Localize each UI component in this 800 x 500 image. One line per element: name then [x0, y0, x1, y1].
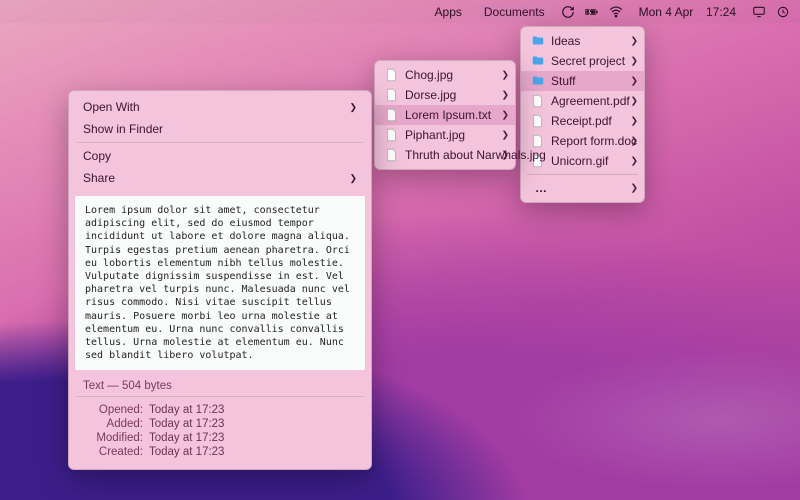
- chevron-right-icon: ❯: [501, 110, 509, 121]
- menu-item[interactable]: Lorem Ipsum.txt ❯: [375, 105, 515, 125]
- meta-key: Opened:: [83, 404, 143, 416]
- documents-dropdown[interactable]: Ideas❯Secret project❯Stuff❯Agreement.pdf…: [520, 26, 645, 203]
- chevron-right-icon: ❯: [630, 56, 638, 67]
- menu-item-label: Secret project: [551, 54, 625, 68]
- menu-item-label: Stuff: [551, 74, 575, 88]
- file-preview: Lorem ipsum dolor sit amet, consectetur …: [75, 196, 365, 370]
- time-label: 17:24: [706, 5, 736, 19]
- chevron-right-icon: ❯: [630, 116, 638, 127]
- chevron-right-icon: ❯: [501, 150, 509, 161]
- ellipsis-icon: …: [531, 181, 549, 195]
- meta-val: Today at 17:23: [149, 418, 224, 430]
- chevron-right-icon: ❯: [630, 76, 638, 87]
- file-icon: [385, 128, 399, 142]
- file-panel: Open With ❯ Show in Finder Copy Share ❯ …: [68, 90, 372, 470]
- battery-icon[interactable]: [585, 5, 599, 19]
- file-icon: [531, 94, 545, 108]
- menu-item[interactable]: Chog.jpg ❯: [375, 65, 515, 85]
- action-share[interactable]: Share ❯: [69, 167, 371, 189]
- menu-item-label: Dorse.jpg: [405, 88, 456, 102]
- file-icon: [385, 88, 399, 102]
- menu-item-label: Thruth about Narwhals.jpg: [405, 148, 546, 162]
- action-label: Share: [83, 171, 115, 185]
- separator: [527, 174, 638, 175]
- folder-icon: [531, 74, 545, 88]
- menu-item-label: Lorem Ipsum.txt: [405, 108, 491, 122]
- chevron-right-icon: ❯: [501, 130, 509, 141]
- action-copy[interactable]: Copy: [69, 145, 371, 167]
- sync-icon[interactable]: [561, 5, 575, 19]
- meta-key: Modified:: [83, 432, 143, 444]
- stuff-submenu[interactable]: Chog.jpg❯Dorse.jpg❯Lorem Ipsum.txt❯Pipha…: [374, 60, 516, 170]
- menu-item[interactable]: Receipt.pdf ❯: [521, 111, 644, 131]
- file-summary: Text — 504 bytes: [69, 376, 371, 394]
- file-icon: [385, 148, 399, 162]
- menu-item-label: Ideas: [551, 34, 580, 48]
- file-icon: [531, 134, 545, 148]
- menu-item-label: Receipt.pdf: [551, 114, 612, 128]
- menubar-clock[interactable]: Mon 4 Apr 17:24: [633, 3, 742, 21]
- menu-item[interactable]: Piphant.jpg ❯: [375, 125, 515, 145]
- menu-item-label: Report form.doc: [551, 134, 637, 148]
- chevron-right-icon: ❯: [630, 136, 638, 147]
- actions-section: Open With ❯ Show in Finder Copy Share ❯: [69, 91, 371, 194]
- date-label: Mon 4 Apr: [639, 5, 694, 19]
- chevron-right-icon: ❯: [501, 90, 509, 101]
- meta-key: Created:: [83, 446, 143, 458]
- menu-item[interactable]: Secret project ❯: [521, 51, 644, 71]
- action-open-with[interactable]: Open With ❯: [69, 96, 371, 118]
- folder-icon: [531, 54, 545, 68]
- meta-val: Today at 17:23: [149, 446, 224, 458]
- menu-item[interactable]: Ideas ❯: [521, 31, 644, 51]
- file-icon: [385, 68, 399, 82]
- chevron-right-icon: ❯: [501, 70, 509, 81]
- action-label: Copy: [83, 149, 111, 163]
- menu-item-label: Agreement.pdf: [551, 94, 630, 108]
- clock-icon[interactable]: [776, 5, 790, 19]
- menu-item[interactable]: Agreement.pdf❯: [521, 91, 644, 111]
- folder-icon: [531, 34, 545, 48]
- menubar-item-apps[interactable]: Apps: [429, 3, 468, 21]
- separator: [77, 142, 363, 143]
- menu-item-label: Unicorn.gif: [551, 154, 608, 168]
- chevron-right-icon: ❯: [349, 102, 357, 113]
- menu-item-label: Chog.jpg: [405, 68, 453, 82]
- chevron-right-icon: ❯: [630, 36, 638, 47]
- file-icon: [531, 114, 545, 128]
- menubar-item-documents[interactable]: Documents: [478, 3, 551, 21]
- action-show-in-finder[interactable]: Show in Finder: [69, 118, 371, 140]
- menu-item-label: Piphant.jpg: [405, 128, 465, 142]
- menu-label: Documents: [484, 5, 545, 19]
- chevron-right-icon: ❯: [630, 96, 638, 107]
- menu-more[interactable]: …❯: [521, 178, 644, 198]
- menu-item[interactable]: Stuff ❯: [521, 71, 644, 91]
- action-label: Open With: [83, 100, 140, 114]
- file-icon: [385, 108, 399, 122]
- chevron-right-icon: ❯: [630, 156, 638, 167]
- action-label: Show in Finder: [83, 122, 163, 136]
- meta-key: Added:: [83, 418, 143, 430]
- menu-item[interactable]: Dorse.jpg ❯: [375, 85, 515, 105]
- chevron-right-icon: ❯: [349, 173, 357, 184]
- meta-val: Today at 17:23: [149, 432, 224, 444]
- display-icon[interactable]: [752, 5, 766, 19]
- meta-val: Today at 17:23: [149, 404, 224, 416]
- menu-item[interactable]: Thruth about Narwhals.jpg❯: [375, 145, 515, 165]
- menu-label: Apps: [435, 5, 462, 19]
- chevron-right-icon: ❯: [630, 183, 638, 194]
- wifi-icon[interactable]: [609, 5, 623, 19]
- file-metadata: Opened: Today at 17:23 Added: Today at 17:…: [69, 399, 371, 469]
- menubar: Apps Documents Mon 4 Apr 17:24: [0, 0, 800, 23]
- separator: [77, 396, 363, 397]
